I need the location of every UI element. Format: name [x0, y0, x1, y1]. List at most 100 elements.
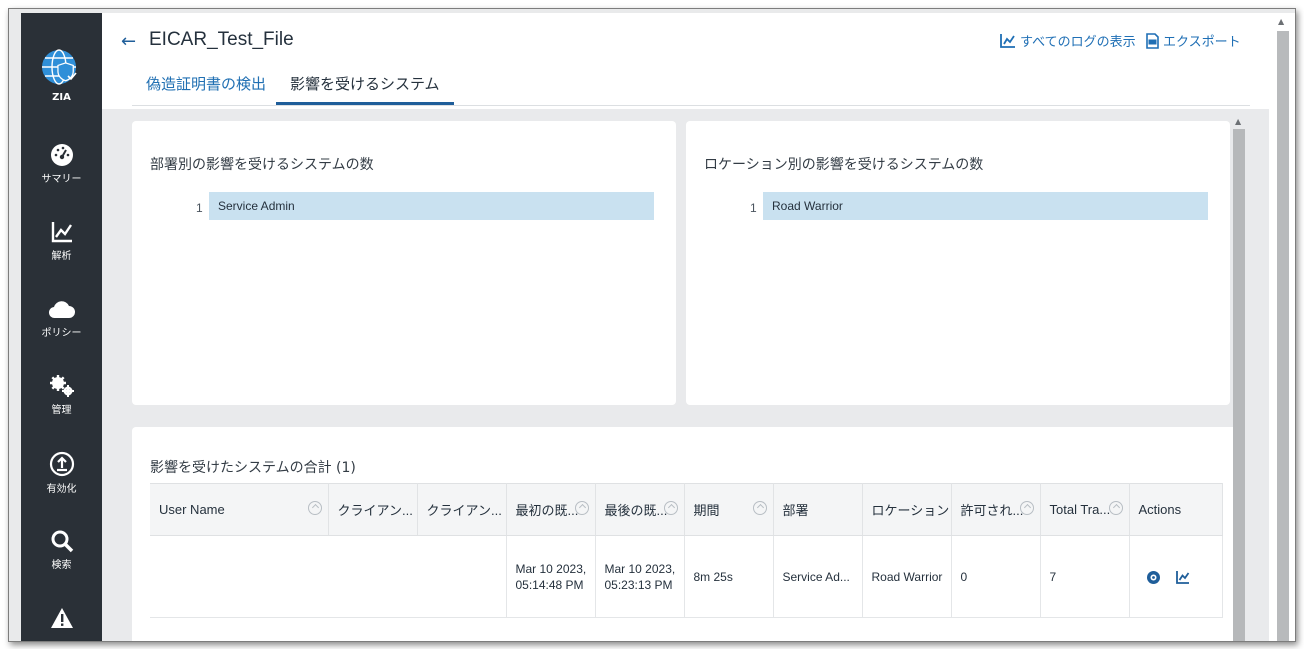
last-seen-date: Mar 10 2023, — [604, 561, 676, 576]
gears-icon — [49, 375, 74, 397]
department-bar[interactable]: Service Admin — [209, 192, 654, 220]
nav-label-administration: 管理 — [51, 405, 72, 416]
page-title: EICAR_Test_File — [149, 29, 294, 50]
nav-item-alerts[interactable] — [21, 607, 102, 632]
cloud-icon — [48, 301, 75, 319]
page-header: ← EICAR_Test_File すべてのログの表示 エクスポート 偽造証明書… — [102, 13, 1269, 109]
col-allowed-label: 許可され... — [960, 503, 1024, 518]
cell-client-2 — [417, 535, 507, 618]
nav-label-search: 検索 — [51, 560, 72, 571]
col-duration-label: 期間 — [693, 503, 720, 518]
col-client-2[interactable]: クライアン... — [417, 483, 507, 536]
chart-icon[interactable] — [1175, 570, 1190, 585]
window-gutter — [9, 9, 21, 641]
nav-item-search[interactable]: 検索 — [21, 529, 102, 571]
nav-item-policy[interactable]: ポリシー — [21, 297, 102, 339]
col-client-1-label: クライアン... — [337, 503, 413, 518]
col-location-label: ロケーション — [871, 503, 950, 518]
nav-label-analytics: 解析 — [51, 251, 72, 262]
alert-icon — [50, 608, 73, 628]
col-client-1[interactable]: クライアン... — [328, 483, 418, 536]
nav-label-policy: ポリシー — [41, 328, 82, 339]
col-department[interactable]: 部署 — [773, 483, 863, 536]
line-chart-icon — [51, 222, 72, 243]
first-seen-time: 05:14:48 PM — [515, 577, 584, 592]
cell-duration: 8m 25s — [684, 535, 774, 618]
inner-scroll-up-icon[interactable]: ▲ — [1235, 117, 1241, 126]
col-actions-label: Actions — [1138, 502, 1182, 517]
dashboard-icon — [50, 144, 73, 166]
sort-icon[interactable] — [1019, 501, 1034, 515]
sort-icon[interactable] — [307, 501, 322, 515]
affected-systems-table: User Name クライアン... クライアン... 最初の既... 最後の既… — [150, 483, 1223, 618]
eye-icon[interactable] — [1146, 570, 1161, 585]
view-all-logs-link[interactable]: すべてのログの表示 — [1000, 31, 1136, 50]
department-chart-card: 部署別の影響を受けるシステムの数 1 Service Admin — [132, 121, 676, 405]
page-scroll-thumb[interactable] — [1277, 31, 1289, 641]
col-user-name-label: User Name — [159, 502, 225, 517]
sort-icon[interactable] — [574, 501, 589, 515]
col-last-seen[interactable]: 最後の既... — [595, 483, 685, 536]
col-first-seen[interactable]: 最初の既... — [506, 483, 596, 536]
page-scrollbar[interactable]: ▲ — [1269, 13, 1295, 641]
nav-logo[interactable]: ZIA — [21, 47, 102, 103]
back-arrow-icon[interactable]: ← — [121, 31, 136, 52]
cell-total-transactions: 7 — [1040, 535, 1130, 618]
col-client-2-label: クライアン... — [426, 503, 502, 518]
nav-item-activation[interactable]: 有効化 — [21, 451, 102, 495]
col-total-transactions-label: Total Tra... — [1049, 502, 1111, 517]
col-total-transactions[interactable]: Total Tra... — [1040, 483, 1130, 536]
affected-systems-title: 影響を受けたシステムの合計 (1) — [150, 460, 356, 476]
location-chart-title: ロケーション別の影響を受けるシステムの数 — [704, 157, 984, 173]
location-chart-card: ロケーション別の影響を受けるシステムの数 1 Road Warrior — [686, 121, 1230, 405]
tab-affected-systems[interactable]: 影響を受けるシステム — [276, 69, 454, 105]
main-content: ← EICAR_Test_File すべてのログの表示 エクスポート 偽造証明書… — [102, 13, 1269, 641]
table-row[interactable]: Mar 10 2023, 05:14:48 PM Mar 10 2023, 05:2… — [150, 535, 1223, 618]
cell-first-seen: Mar 10 2023, 05:14:48 PM — [506, 535, 596, 618]
col-first-seen-label: 最初の既... — [515, 503, 579, 518]
app-window: ZIA サマリー 解析 ポリシー 管理 有効化 検索 ← EICAR_Test_… — [8, 8, 1296, 642]
col-actions: Actions — [1129, 483, 1223, 536]
left-navigation: ZIA サマリー 解析 ポリシー 管理 有効化 検索 — [21, 13, 102, 641]
csv-file-icon — [1146, 32, 1159, 49]
table-header-row: User Name クライアン... クライアン... 最初の既... 最後の既… — [150, 483, 1223, 536]
col-user-name[interactable]: User Name — [150, 483, 329, 536]
cell-actions — [1129, 535, 1223, 618]
sort-icon[interactable] — [752, 501, 767, 515]
cell-last-seen: Mar 10 2023, 05:23:13 PM — [595, 535, 685, 618]
location-bar-rank: 1 — [750, 201, 757, 215]
page-scroll-up-icon[interactable]: ▲ — [1278, 17, 1284, 26]
nav-item-analytics[interactable]: 解析 — [21, 220, 102, 262]
chart-logs-icon — [1000, 34, 1015, 48]
sort-icon[interactable] — [663, 501, 678, 515]
last-seen-time: 05:23:13 PM — [604, 577, 673, 592]
cell-client-1 — [328, 535, 418, 618]
export-label: エクスポート — [1163, 35, 1241, 50]
location-bar[interactable]: Road Warrior — [763, 192, 1208, 220]
upload-icon — [49, 451, 74, 477]
inner-scrollbar[interactable] — [1233, 129, 1245, 641]
tab-divider — [132, 105, 1250, 106]
col-department-label: 部署 — [782, 503, 809, 518]
search-icon — [51, 530, 73, 553]
first-seen-date: Mar 10 2023, — [515, 561, 587, 576]
tab-counterfeit-cert[interactable]: 偽造証明書の検出 — [132, 69, 280, 105]
col-duration[interactable]: 期間 — [684, 483, 774, 536]
sort-icon[interactable] — [1108, 501, 1123, 515]
col-last-seen-label: 最後の既... — [604, 503, 668, 518]
department-chart-title: 部署別の影響を受けるシステムの数 — [150, 157, 374, 173]
nav-item-administration[interactable]: 管理 — [21, 374, 102, 416]
cell-user-name — [150, 535, 329, 618]
department-bar-rank: 1 — [196, 201, 203, 215]
nav-label-summary: サマリー — [41, 174, 82, 185]
col-location[interactable]: ロケーション — [862, 483, 952, 536]
logo-label: ZIA — [52, 92, 71, 103]
cell-location: Road Warrior — [862, 535, 952, 618]
nav-item-summary[interactable]: サマリー — [21, 143, 102, 185]
nav-label-activation: 有効化 — [46, 484, 77, 495]
col-allowed[interactable]: 許可され... — [951, 483, 1041, 536]
affected-systems-card: 影響を受けたシステムの合計 (1) User Name クライアン... クライ… — [132, 427, 1238, 641]
view-all-logs-label: すべてのログの表示 — [1020, 35, 1136, 50]
export-link[interactable]: エクスポート — [1146, 31, 1241, 50]
globe-shield-icon — [41, 49, 77, 85]
